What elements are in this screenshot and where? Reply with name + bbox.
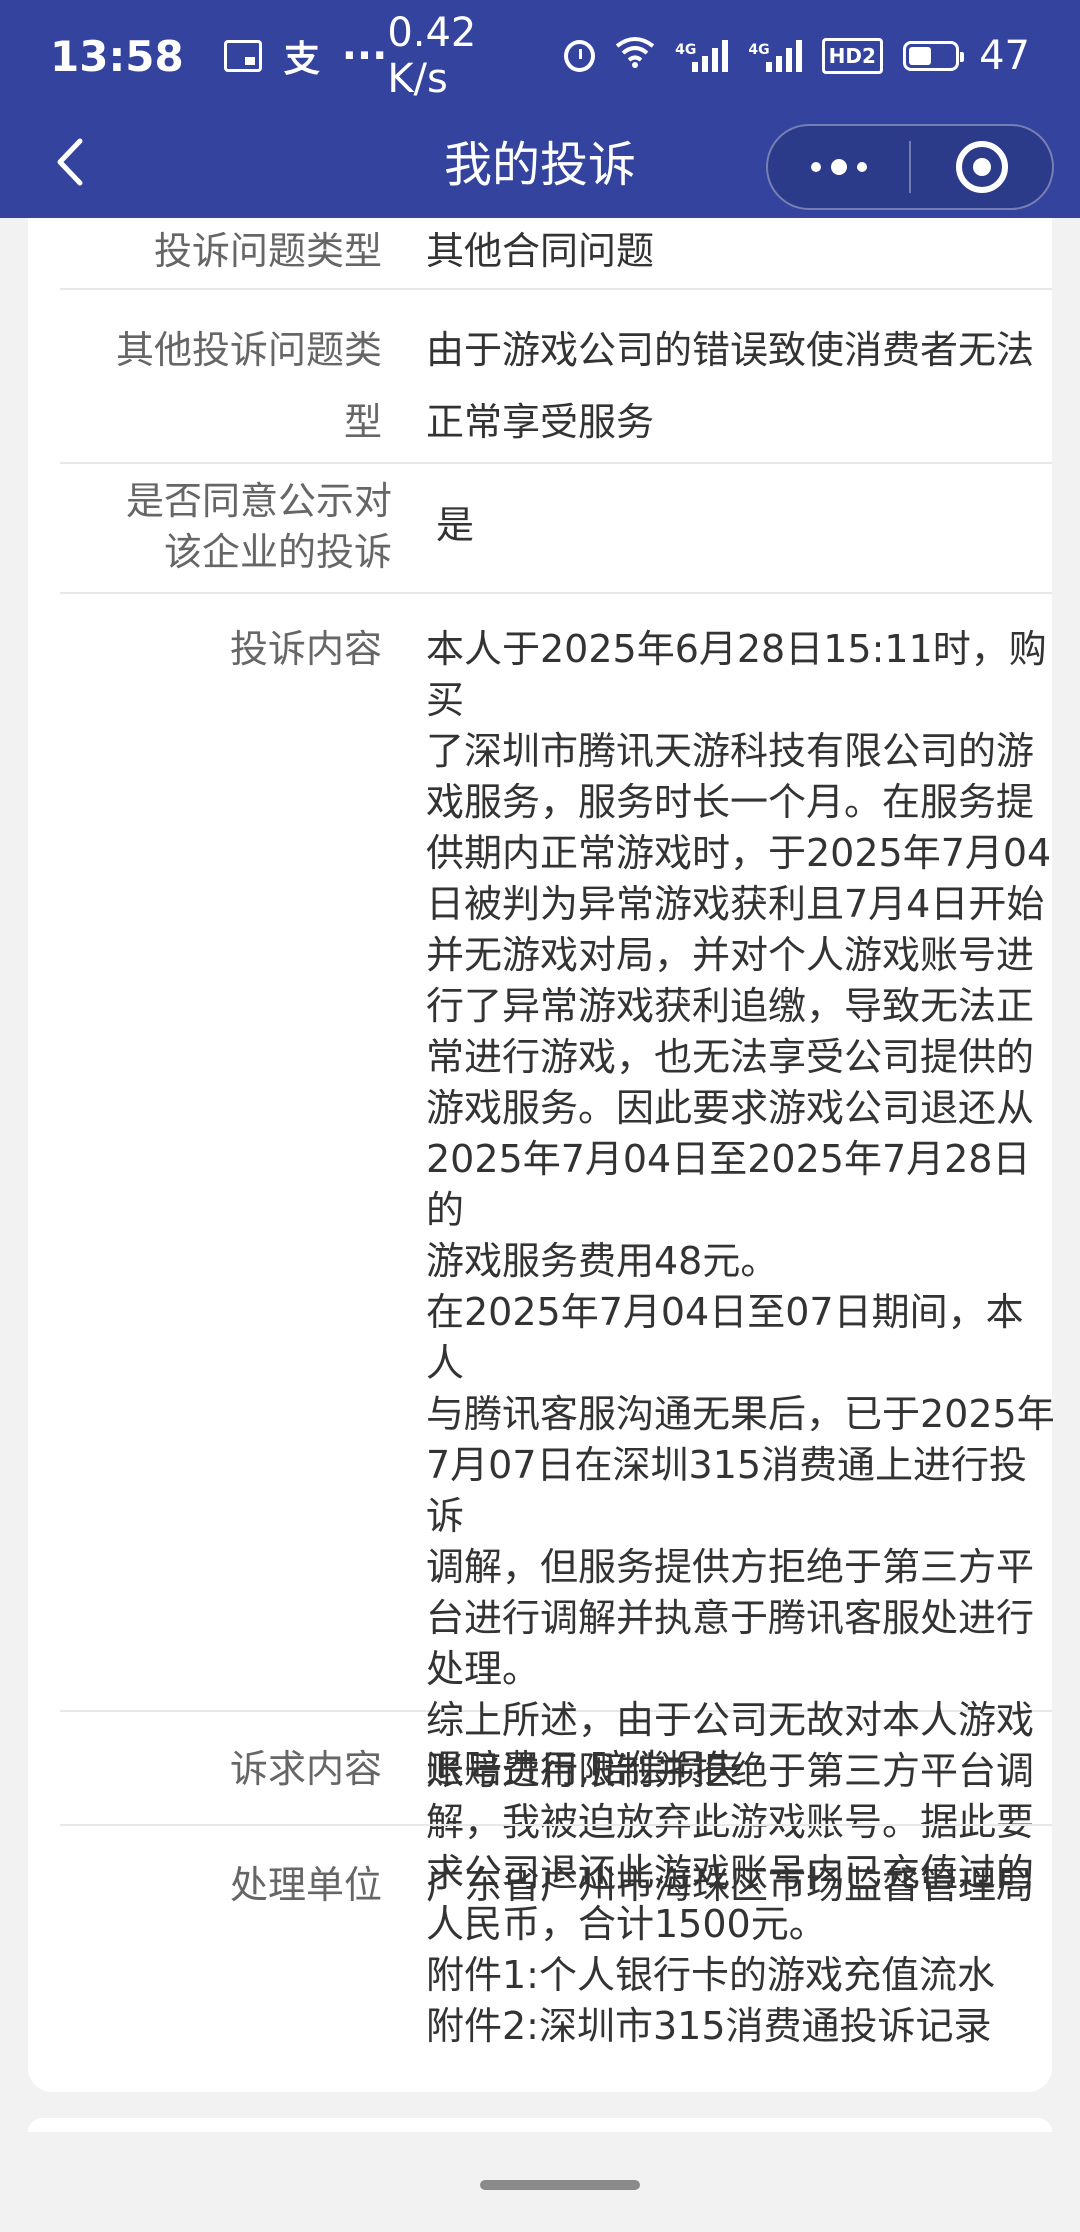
more-menu-button[interactable]	[768, 126, 909, 208]
detail-value: 其他合同问题	[426, 229, 655, 273]
dot-icon	[856, 162, 867, 172]
signal-bars-icon	[765, 40, 802, 72]
network-type-2: 4G	[748, 42, 770, 58]
detail-row-publicity: 是否同意公示对 该企业的投诉 是	[60, 464, 1052, 594]
detail-label: 诉求内容	[229, 1747, 382, 1791]
detail-value: 由于游戏公司的错误致使消费者无法 正常享受服务	[426, 328, 1035, 444]
hd-voice-icon: HD2	[821, 38, 883, 74]
detail-row-handler: 处理单位 广东省广州市海珠区市场监督管理局	[60, 1826, 1052, 1940]
detail-label: 投诉问题类型	[153, 229, 382, 273]
close-miniprogram-button[interactable]	[911, 126, 1052, 208]
detail-row-type: 投诉问题类型 其他合同问题	[60, 214, 1052, 290]
gallery-notification-icon	[223, 40, 262, 72]
dot-icon	[830, 159, 847, 175]
next-card-edge	[28, 2118, 1052, 2132]
status-time: 13:58	[50, 31, 184, 81]
miniprogram-capsule	[766, 124, 1054, 210]
signal-bars-icon	[692, 40, 729, 72]
network-type-1: 4G	[675, 42, 697, 58]
signal-2: 4G	[748, 40, 802, 72]
alarm-icon	[564, 40, 596, 72]
detail-label: 投诉内容	[229, 627, 382, 671]
battery-level: 47	[979, 33, 1030, 79]
home-indicator[interactable]	[480, 2180, 640, 2190]
more-notifications-icon: ···	[341, 33, 388, 79]
status-left: 13:58 支 ···	[50, 30, 387, 82]
status-right: 0.42 K/s 4G 4G HD2 47	[387, 10, 1030, 102]
header: 13:58 支 ··· 0.42 K/s 4G 4G HD2 47 我的投诉	[0, 0, 1080, 218]
detail-label: 是否同意公示对 该企业的投诉	[125, 479, 392, 574]
wifi-icon	[615, 36, 655, 77]
detail-label: 处理单位	[229, 1863, 382, 1907]
status-bar: 13:58 支 ··· 0.42 K/s 4G 4G HD2 47	[0, 0, 1080, 112]
nav-bar: 我的投诉	[0, 112, 1080, 218]
detail-row-demand: 诉求内容 退赔费用,赔偿损失	[60, 1712, 1052, 1826]
gesture-bar	[0, 2118, 1080, 2232]
target-circle-icon	[955, 141, 1008, 193]
detail-row-other-type: 其他投诉问题类 型 由于游戏公司的错误致使消费者无法 正常享受服务	[60, 290, 1052, 464]
dot-icon	[810, 162, 821, 172]
detail-value: 广东省广州市海珠区市场监督管理局	[426, 1863, 1035, 1907]
alipay-notification-icon: 支	[283, 39, 320, 80]
signal-1: 4G	[675, 40, 729, 72]
network-speed: 0.42 K/s	[387, 10, 477, 102]
detail-value: 是	[436, 503, 475, 547]
detail-label: 其他投诉问题类 型	[115, 328, 382, 444]
detail-row-content: 投诉内容 本人于2025年6月28日15:11时，购买 了深圳市腾讯天游科技有限…	[60, 594, 1055, 2048]
battery-icon	[902, 41, 965, 71]
detail-value: 退赔费用,赔偿损失	[426, 1747, 743, 1791]
complaint-detail-card: 投诉问题类型 其他合同问题 其他投诉问题类 型 由于游戏公司的错误致使消费者无法…	[28, 218, 1055, 2092]
